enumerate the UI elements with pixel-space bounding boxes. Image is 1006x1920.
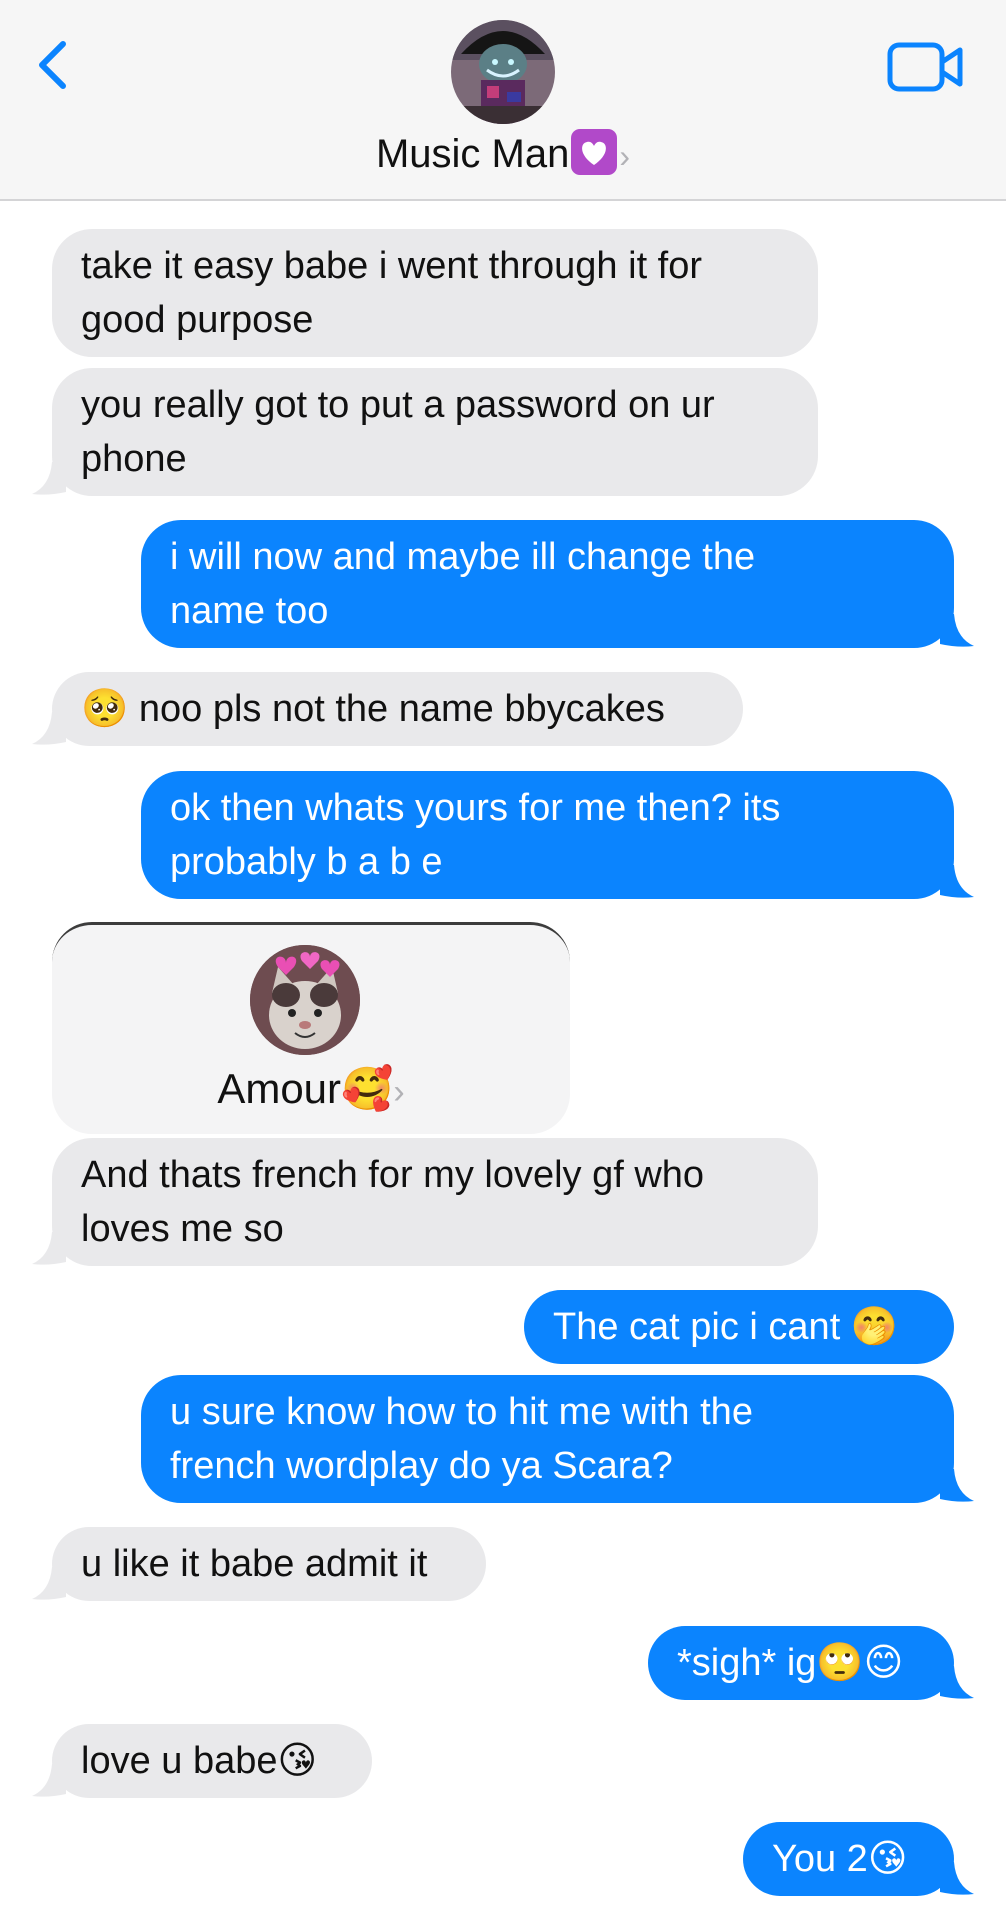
chevron-right-icon: ›: [393, 1073, 405, 1111]
message-line: name too: [170, 590, 329, 632]
conversation-header: Music Man ›: [0, 0, 1006, 201]
bubble-tail: [32, 1567, 66, 1600]
contact-avatar[interactable]: [451, 20, 555, 124]
bubble-tail: [32, 1764, 66, 1797]
incoming-message[interactable]: u like it babe admit it: [32, 1527, 486, 1601]
cat-avatar: [250, 945, 360, 1055]
message-line: You 2😘: [772, 1838, 908, 1880]
heart-decoration-icon: [571, 129, 618, 175]
incoming-message[interactable]: take it easy babe i went through it for …: [52, 229, 818, 357]
message-line: good purpose: [81, 299, 314, 341]
message-line: u like it babe admit it: [81, 1543, 428, 1585]
message-line: *sigh* ig🙄😊: [677, 1642, 904, 1684]
video-camera-icon: [887, 42, 963, 92]
chevron-left-icon: [39, 41, 66, 89]
video-call-button[interactable]: [886, 40, 966, 96]
bubble-tail: [32, 1232, 66, 1265]
contact-card[interactable]: Amour🥰›: [52, 922, 570, 1134]
message-line: take it easy babe i went through it for: [81, 245, 703, 287]
bubble-tail: [32, 712, 66, 745]
message-line: i will now and maybe ill change the: [170, 536, 756, 578]
message-line: The cat pic i cant 🤭: [553, 1306, 899, 1348]
back-button[interactable]: [30, 34, 80, 94]
smiling-hearts-emoji: 🥰: [341, 1064, 394, 1113]
message-line: phone: [81, 438, 187, 480]
message-line: And thats french for my lovely gf who: [81, 1154, 705, 1196]
card-contact-name: Amour: [217, 1065, 342, 1112]
message-line: 🥺 noo pls not the name bbycakes: [81, 688, 665, 730]
outgoing-message[interactable]: *sigh* ig🙄😊: [648, 1626, 974, 1700]
bubble-tail: [940, 1862, 974, 1895]
bubble-tail: [940, 1469, 974, 1502]
incoming-message[interactable]: you really got to put a password on ur p…: [32, 368, 818, 496]
bubble-tail: [940, 614, 974, 647]
incoming-message[interactable]: 🥺 noo pls not the name bbycakes: [32, 672, 743, 746]
bubble-tail: [940, 865, 974, 898]
outgoing-message[interactable]: i will now and maybe ill change the name…: [141, 520, 974, 648]
outgoing-message[interactable]: ok then whats yours for me then? its pro…: [141, 771, 974, 899]
message-line: probably b a b e: [170, 841, 443, 883]
message-line: you really got to put a password on ur: [81, 384, 715, 426]
contact-name-button[interactable]: Music Man ›: [0, 126, 1006, 184]
message-line: u sure know how to hit me with the: [170, 1391, 753, 1433]
incoming-message[interactable]: love u babe😘: [32, 1724, 372, 1798]
message-line: loves me so: [81, 1208, 284, 1250]
chevron-right-icon: ›: [619, 138, 631, 174]
message-line: french wordplay do ya Scara?: [170, 1445, 673, 1487]
message-line: love u babe😘: [81, 1740, 318, 1782]
bubble-tail: [940, 1666, 974, 1699]
incoming-message[interactable]: And thats french for my lovely gf who lo…: [32, 1138, 818, 1266]
outgoing-message[interactable]: You 2😘: [743, 1822, 974, 1896]
outgoing-message[interactable]: The cat pic i cant 🤭: [524, 1290, 954, 1364]
message-line: ok then whats yours for me then? its: [170, 787, 781, 829]
contact-name: Music Man: [375, 132, 570, 176]
outgoing-message[interactable]: u sure know how to hit me with the frenc…: [141, 1375, 974, 1503]
bubble-tail: [32, 462, 66, 495]
